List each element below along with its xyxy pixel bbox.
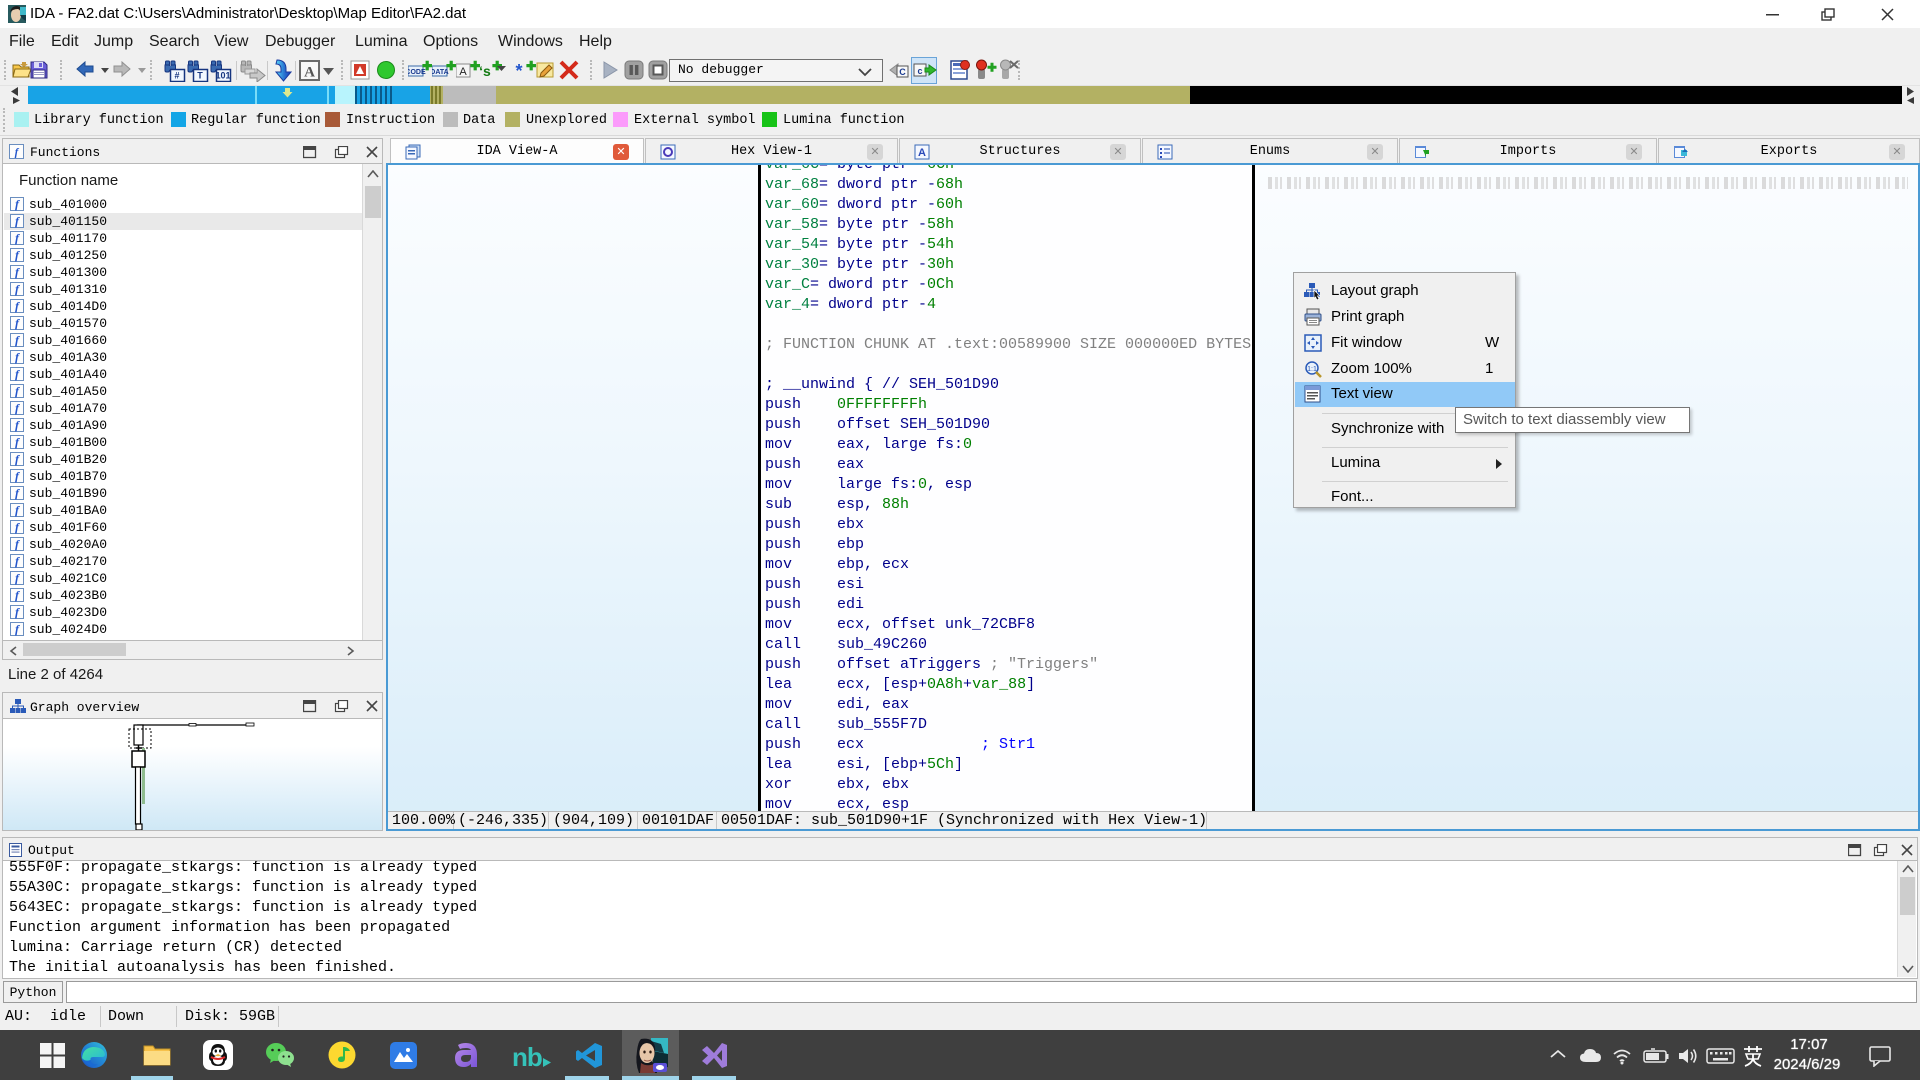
svg-text:CODE: CODE — [408, 69, 426, 76]
svg-text:*: * — [515, 61, 522, 80]
svg-text:C: C — [899, 67, 906, 77]
svg-text:A: A — [304, 65, 315, 81]
svg-text:#: # — [174, 71, 179, 81]
svg-text:101: 101 — [215, 71, 230, 81]
svg-text:DATA: DATA — [432, 69, 449, 76]
svg-text:‘s: ‘s — [479, 63, 491, 79]
svg-text:T: T — [197, 71, 203, 81]
svg-text:A: A — [459, 66, 467, 78]
svg-text:c: c — [917, 66, 922, 76]
svg-text:1:1: 1:1 — [1307, 366, 1317, 373]
